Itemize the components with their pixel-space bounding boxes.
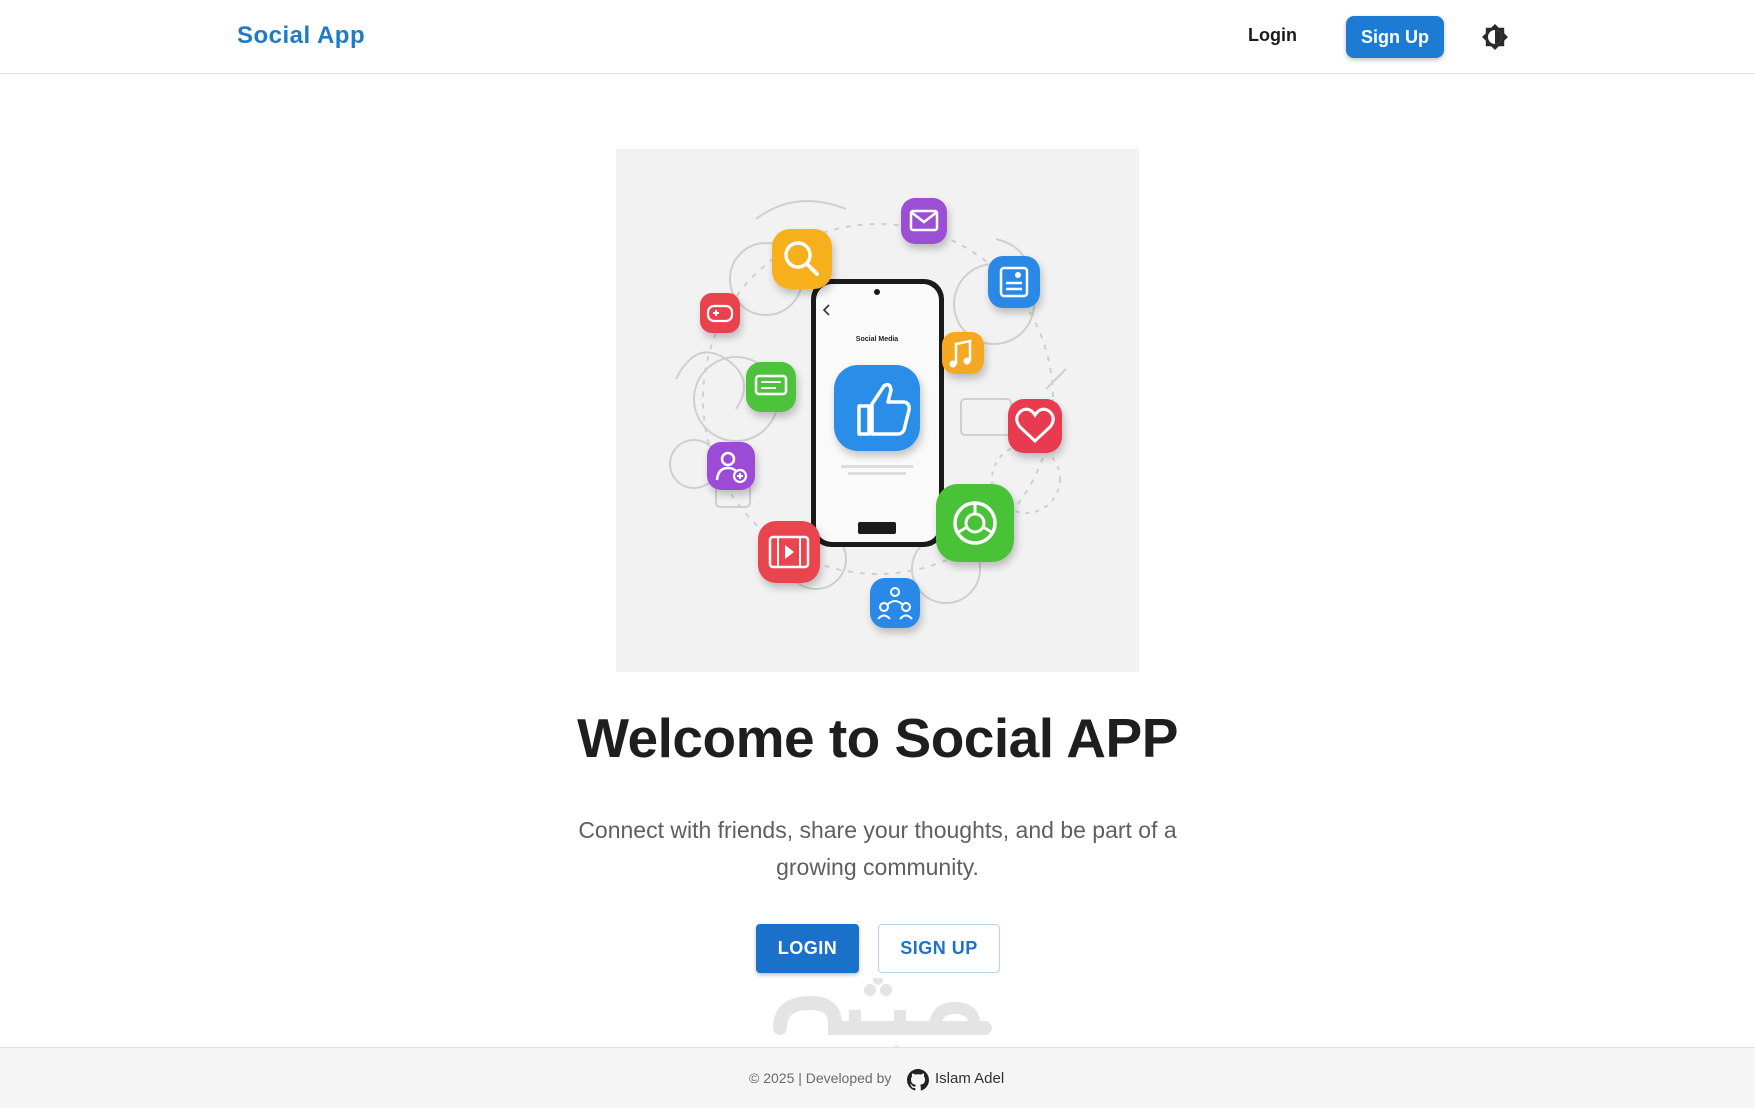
heart-icon <box>1008 399 1062 453</box>
video-icon <box>758 521 820 583</box>
watermark-logo <box>773 975 992 1035</box>
mail-icon <box>901 198 947 244</box>
music-icon <box>942 332 984 374</box>
phone-screen-title: Social Media <box>856 336 899 343</box>
add-user-icon <box>707 442 755 490</box>
brand-logo[interactable]: Social App <box>237 22 365 50</box>
footer: © 2025 | Developed by Islam Adel <box>0 1047 1755 1108</box>
signup-button[interactable]: SIGN UP <box>878 924 1000 973</box>
chat-icon <box>746 362 796 412</box>
github-icon[interactable] <box>907 1069 929 1091</box>
nav-login-link[interactable]: Login <box>1248 25 1297 46</box>
footer-author-link[interactable]: Islam Adel <box>935 1070 1004 1087</box>
top-navbar: Social App Login Sign Up <box>0 0 1755 74</box>
share-icon <box>936 484 1014 562</box>
hero-illustration: Social Media <box>616 149 1139 672</box>
gamepad-icon <box>700 293 740 333</box>
hero-title: Welcome to Social APP <box>577 707 1178 769</box>
nav-signup-button[interactable]: Sign Up <box>1346 16 1444 58</box>
hero-subtitle: Connect with friends, share your thought… <box>578 817 1177 880</box>
thumbs-up-icon <box>834 365 920 451</box>
group-icon <box>870 578 920 628</box>
news-icon <box>988 256 1040 308</box>
login-button[interactable]: LOGIN <box>756 924 859 973</box>
footer-copyright: © 2025 | Developed by <box>749 1070 892 1086</box>
search-icon <box>772 229 832 289</box>
theme-toggle-icon[interactable] <box>1481 23 1509 51</box>
